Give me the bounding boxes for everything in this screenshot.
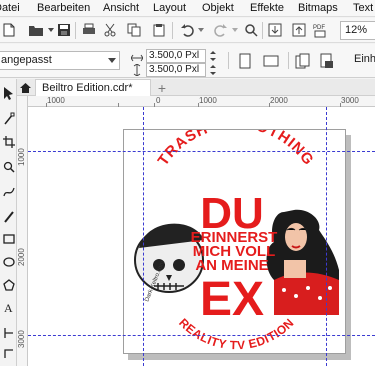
page-height-field[interactable]: 3.500,0 Pxl bbox=[146, 63, 206, 77]
chevron-down-icon[interactable] bbox=[192, 21, 210, 39]
text-tool-icon[interactable]: A bbox=[0, 297, 17, 317]
guideline-horizontal[interactable] bbox=[28, 151, 375, 152]
guideline-vertical[interactable] bbox=[143, 107, 144, 366]
menu-bearbeiten[interactable]: Bearbeiten bbox=[37, 2, 90, 14]
home-icon[interactable] bbox=[17, 79, 34, 96]
menu-objekt[interactable]: Objekt bbox=[202, 2, 234, 14]
pdf-icon[interactable]: PDF bbox=[311, 21, 329, 39]
ruler-label: 3000 bbox=[341, 96, 359, 105]
menu-datei[interactable]: Datei bbox=[0, 2, 20, 14]
menu-bitmaps[interactable]: Bitmaps bbox=[298, 2, 338, 14]
ruler-label: 1000 bbox=[199, 96, 217, 105]
search-icon[interactable] bbox=[242, 21, 260, 39]
svg-text:PDF: PDF bbox=[313, 25, 325, 31]
chevron-down-icon bbox=[108, 58, 116, 63]
menu-ansicht[interactable]: Ansicht bbox=[103, 2, 139, 14]
ellipse-tool-icon[interactable] bbox=[0, 252, 17, 272]
ruler-label: 2000 bbox=[270, 96, 288, 105]
copy-icon[interactable] bbox=[125, 21, 143, 39]
print-icon[interactable] bbox=[80, 21, 98, 39]
guideline-vertical[interactable] bbox=[326, 107, 327, 366]
artistic-media-icon[interactable] bbox=[0, 207, 17, 227]
rectangle-tool-icon[interactable] bbox=[0, 229, 17, 249]
property-bar: angepasst 3.500,0 Pxl 3.500,0 Pxl Einh bbox=[0, 44, 375, 78]
document-tab[interactable]: Beiltro Edition.cdr* bbox=[35, 79, 151, 96]
menu-bar: Datei Bearbeiten Ansicht Layout Objekt E… bbox=[0, 0, 375, 17]
page-width-field[interactable]: 3.500,0 Pxl bbox=[146, 49, 206, 63]
zoom-level-field[interactable]: 12% bbox=[340, 21, 375, 40]
pinup-illustration bbox=[266, 209, 339, 315]
artwork[interactable]: TRASH OR NOTHING Dark-Keltro.com bbox=[124, 115, 347, 355]
menu-text[interactable]: Text bbox=[353, 2, 373, 14]
units-label: Einh bbox=[354, 53, 375, 65]
parallel-dimension-icon[interactable] bbox=[0, 323, 17, 343]
ruler-label: 0 bbox=[156, 96, 161, 105]
page[interactable]: TRASH OR NOTHING Dark-Keltro.com bbox=[123, 115, 347, 355]
paste-icon[interactable] bbox=[150, 21, 168, 39]
all-pages-icon[interactable] bbox=[294, 52, 312, 70]
svg-text:A: A bbox=[4, 301, 13, 313]
width-spinner[interactable] bbox=[207, 49, 220, 63]
save-icon[interactable] bbox=[55, 21, 73, 39]
menu-layout[interactable]: Layout bbox=[153, 2, 186, 14]
new-document-icon[interactable] bbox=[0, 21, 18, 39]
guideline-horizontal[interactable] bbox=[28, 335, 375, 336]
freehand-tool-icon[interactable] bbox=[0, 182, 17, 202]
export-icon[interactable] bbox=[290, 21, 308, 39]
standard-toolbar: PDF 12% bbox=[0, 18, 375, 43]
polygon-tool-icon[interactable] bbox=[0, 275, 17, 295]
shape-tool-icon[interactable] bbox=[0, 109, 17, 129]
page-preset-value: angepasst bbox=[1, 54, 52, 66]
horizontal-ruler[interactable]: 1000 0 1000 2000 3000 bbox=[26, 96, 375, 107]
import-icon[interactable] bbox=[266, 21, 284, 39]
crop-tool-icon[interactable] bbox=[0, 132, 17, 152]
current-page-icon[interactable] bbox=[318, 52, 336, 70]
height-spinner[interactable] bbox=[207, 63, 220, 77]
cut-icon[interactable] bbox=[101, 21, 119, 39]
menu-effekte[interactable]: Effekte bbox=[250, 2, 284, 14]
add-tab-icon[interactable]: + bbox=[154, 80, 170, 96]
big-bottom-text: EX bbox=[200, 273, 264, 326]
toolbox: A bbox=[0, 79, 17, 366]
ruler-label: 1000 bbox=[17, 148, 26, 166]
document-tab-bar: Beiltro Edition.cdr* + bbox=[17, 79, 375, 96]
ruler-label: 3000 bbox=[17, 330, 26, 348]
zoom-tool-icon[interactable] bbox=[0, 157, 17, 177]
pick-tool-icon[interactable] bbox=[0, 83, 17, 103]
portrait-orientation-icon[interactable] bbox=[236, 52, 254, 70]
page-preset-dropdown[interactable]: angepasst bbox=[0, 51, 120, 70]
ruler-label: 1000 bbox=[47, 96, 65, 105]
arc-top-text: TRASH OR NOTHING bbox=[155, 130, 318, 169]
drawing-canvas[interactable]: TRASH OR NOTHING Dark-Keltro.com bbox=[28, 107, 375, 366]
connector-tool-icon[interactable] bbox=[0, 343, 17, 363]
landscape-orientation-icon[interactable] bbox=[262, 52, 280, 70]
ruler-label: 2000 bbox=[17, 248, 26, 266]
line3-text: AN MEINE bbox=[195, 257, 268, 274]
page-height-icon bbox=[128, 61, 146, 79]
vertical-ruler[interactable]: 1000 2000 3000 bbox=[17, 96, 28, 366]
